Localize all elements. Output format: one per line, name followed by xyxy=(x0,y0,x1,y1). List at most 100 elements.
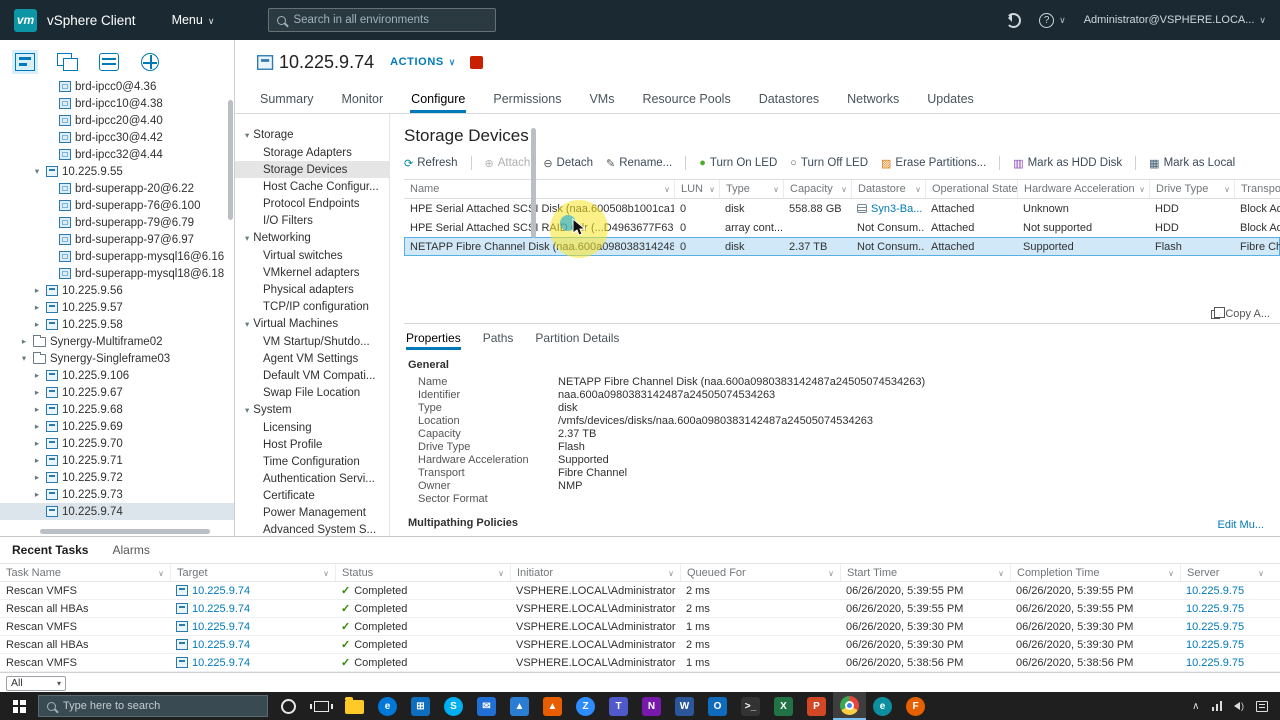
column-header-datastore[interactable]: Datastore xyxy=(851,180,925,198)
detail-tab-paths[interactable]: Paths xyxy=(483,331,514,350)
chevron-down-icon[interactable] xyxy=(319,567,329,579)
tree-item-10-225-9-68[interactable]: ▸ 10.225.9.68 xyxy=(0,401,234,418)
expand-arrow-icon[interactable]: ▸ xyxy=(32,285,42,296)
tree-item-brd-ipcc30-4-42[interactable]: brd-ipcc30@4.42 xyxy=(0,129,234,146)
tree-item-brd-superapp-mysql16-6-16[interactable]: brd-superapp-mysql16@6.16 xyxy=(0,248,234,265)
copy-all-link[interactable]: Copy A... xyxy=(404,306,1280,320)
volume-icon[interactable]: ) xyxy=(1234,701,1244,711)
config-group-storage[interactable]: ▾ Storage xyxy=(235,126,389,144)
start-button[interactable] xyxy=(0,692,38,720)
server-link[interactable]: 10.225.9.75 xyxy=(1186,585,1244,597)
edge-dev-icon[interactable]: e xyxy=(866,692,899,720)
toolbar-erase-partitions-button[interactable]: ▨ Erase Partitions... xyxy=(881,157,986,170)
file-explorer-icon[interactable] xyxy=(338,692,371,720)
expand-arrow-icon[interactable]: ▸ xyxy=(32,455,42,466)
task-column-header-queued-for[interactable]: Queued For xyxy=(680,564,840,581)
config-group-system[interactable]: ▾ System xyxy=(235,401,389,419)
toolbar-turn-on-led-button[interactable]: ● Turn On LED xyxy=(699,157,777,169)
tree-item-10-225-9-73[interactable]: ▸ 10.225.9.73 xyxy=(0,486,234,503)
chevron-down-icon[interactable] xyxy=(660,183,670,195)
tab-vms[interactable]: VMs xyxy=(588,92,615,113)
expand-arrow-icon[interactable]: ▸ xyxy=(32,421,42,432)
server-link[interactable]: 10.225.9.75 xyxy=(1186,639,1244,651)
task-column-header-task-name[interactable]: Task Name xyxy=(0,564,170,581)
tree-item-brd-ipcc0-4-36[interactable]: brd-ipcc0@4.36 xyxy=(0,78,234,95)
server-link[interactable]: 10.225.9.75 xyxy=(1186,657,1244,669)
column-header-type[interactable]: Type xyxy=(719,180,783,198)
chevron-down-icon[interactable] xyxy=(1135,183,1145,195)
toolbar-mark-as-local-button[interactable]: ▦ Mark as Local xyxy=(1149,157,1235,170)
task-row[interactable]: Rescan VMFS 10.225.9.74 ✓ Completed VSPHERE.… xyxy=(0,654,1280,672)
chevron-down-icon[interactable] xyxy=(769,183,779,195)
datastore-link[interactable]: Syn3-Ba... xyxy=(871,203,922,215)
teams-icon[interactable]: T xyxy=(602,692,635,720)
tree-item-10-225-9-57[interactable]: ▸ 10.225.9.57 xyxy=(0,299,234,316)
tab-permissions[interactable]: Permissions xyxy=(492,92,562,113)
task-column-header-completion-time[interactable]: Completion Time xyxy=(1010,564,1180,581)
skype-icon[interactable]: S xyxy=(437,692,470,720)
chrome-icon[interactable] xyxy=(833,692,866,720)
expand-arrow-icon[interactable]: ▸ xyxy=(32,370,42,381)
target-link[interactable]: 10.225.9.74 xyxy=(192,639,250,651)
chevron-down-icon[interactable] xyxy=(664,567,674,579)
networking-icon[interactable] xyxy=(140,52,162,72)
server-link[interactable]: 10.225.9.75 xyxy=(1186,603,1244,615)
config-item-host-cache-configur[interactable]: Host Cache Configur... xyxy=(235,178,389,195)
tree-item-10-225-9-70[interactable]: ▸ 10.225.9.70 xyxy=(0,435,234,452)
tree-item-10-225-9-106[interactable]: ▸ 10.225.9.106 xyxy=(0,367,234,384)
target-link[interactable]: 10.225.9.74 xyxy=(192,585,250,597)
config-item-power-management[interactable]: Power Management xyxy=(235,504,389,521)
chevron-down-icon[interactable] xyxy=(824,567,834,579)
vms-and-templates-icon[interactable] xyxy=(56,52,78,72)
config-item-advanced-system-s[interactable]: Advanced System S... xyxy=(235,521,389,536)
menu-button[interactable]: Menu xyxy=(172,13,215,27)
tasks-tab-alarms[interactable]: Alarms xyxy=(112,543,149,557)
tree-vertical-scrollbar[interactable] xyxy=(228,100,233,220)
toolbar-turn-off-led-button[interactable]: ○ Turn Off LED xyxy=(790,157,868,169)
collapse-arrow-icon[interactable]: ▾ xyxy=(19,353,29,364)
tree-item-brd-superapp-mysql18-6-18[interactable]: brd-superapp-mysql18@6.18 xyxy=(0,265,234,282)
tree-item-10-225-9-71[interactable]: ▸ 10.225.9.71 xyxy=(0,452,234,469)
user-menu[interactable]: Administrator@VSPHERE.LOCA... xyxy=(1084,14,1266,26)
column-header-operational-state[interactable]: Operational State xyxy=(925,180,1017,198)
tree-item-10-225-9-58[interactable]: ▸ 10.225.9.58 xyxy=(0,316,234,333)
config-item-licensing[interactable]: Licensing xyxy=(235,419,389,436)
toolbar-rename-button[interactable]: ✎ Rename... xyxy=(606,157,672,170)
config-item-host-profile[interactable]: Host Profile xyxy=(235,436,389,453)
config-item-storage-devices[interactable]: Storage Devices xyxy=(235,161,389,178)
toolbar-mark-as-hdd-disk-button[interactable]: ▥ Mark as HDD Disk xyxy=(1013,157,1122,170)
tree-item-10-225-9-74[interactable]: 10.225.9.74 xyxy=(0,503,234,520)
expand-arrow-icon[interactable]: ▸ xyxy=(32,489,42,500)
edge-icon[interactable]: e xyxy=(371,692,404,720)
task-row[interactable]: Rescan VMFS 10.225.9.74 ✓ Completed VSPHERE.… xyxy=(0,618,1280,636)
tab-monitor[interactable]: Monitor xyxy=(340,92,384,113)
expand-arrow-icon[interactable]: ▸ xyxy=(32,387,42,398)
microsoft-store-icon[interactable]: ⊞ xyxy=(404,692,437,720)
cortana-icon[interactable] xyxy=(272,692,305,720)
toolbar-refresh-button[interactable]: ⟳ Refresh xyxy=(404,157,458,170)
config-item-swap-file-location[interactable]: Swap File Location xyxy=(235,384,389,401)
tree-item-brd-superapp-97-6-97[interactable]: brd-superapp-97@6.97 xyxy=(0,231,234,248)
help-menu[interactable]: ? xyxy=(1039,12,1066,28)
toolbar-detach-button[interactable]: ⊖ Detach xyxy=(543,157,593,170)
storage-icon[interactable] xyxy=(98,52,120,72)
chevron-down-icon[interactable] xyxy=(1220,183,1230,195)
task-column-header-start-time[interactable]: Start Time xyxy=(840,564,1010,581)
tree-item-brd-ipcc32-4-44[interactable]: brd-ipcc32@4.44 xyxy=(0,146,234,163)
task-row[interactable]: Rescan all HBAs 10.225.9.74 ✓ Completed VSPH… xyxy=(0,600,1280,618)
target-link[interactable]: 10.225.9.74 xyxy=(192,621,250,633)
column-header-transport[interactable]: Transport xyxy=(1234,180,1280,198)
tab-updates[interactable]: Updates xyxy=(926,92,975,113)
zoom-icon[interactable]: Z xyxy=(569,692,602,720)
config-group-virtual-machines[interactable]: ▾ Virtual Machines xyxy=(235,315,389,333)
hidden-icons-chevron[interactable]: ∧ xyxy=(1192,701,1199,712)
detail-tab-partition-details[interactable]: Partition Details xyxy=(535,331,619,350)
tree-item-brd-superapp-20-6-22[interactable]: brd-superapp-20@6.22 xyxy=(0,180,234,197)
expand-arrow-icon[interactable]: ▸ xyxy=(32,438,42,449)
column-header-lun[interactable]: LUN xyxy=(674,180,719,198)
tasks-filter-select[interactable]: All ▾ xyxy=(6,675,66,691)
tree-item-brd-superapp-76-6-100[interactable]: brd-superapp-76@6.100 xyxy=(0,197,234,214)
chevron-down-icon[interactable] xyxy=(154,567,164,579)
task-column-header-target[interactable]: Target xyxy=(170,564,335,581)
tree-horizontal-scrollbar[interactable] xyxy=(40,529,210,534)
